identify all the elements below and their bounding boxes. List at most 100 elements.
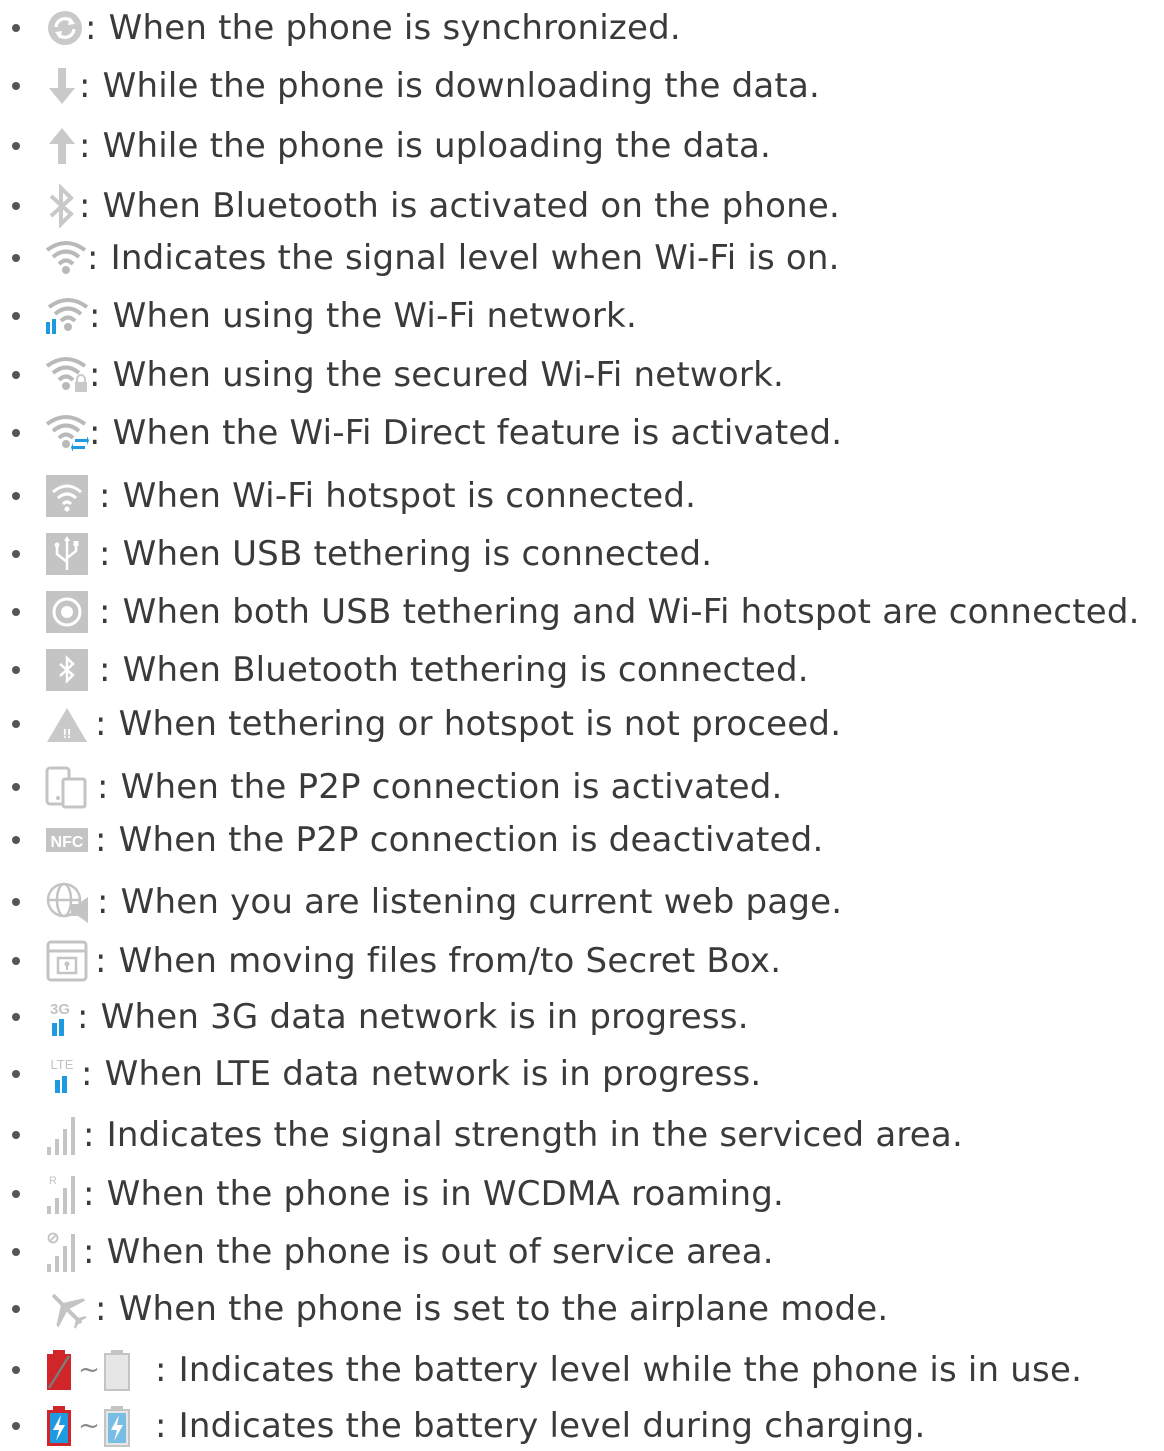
- no-service-icon: [45, 1230, 81, 1274]
- wifi-secured-icon: [45, 353, 89, 397]
- bullet: [12, 1131, 20, 1139]
- item-text: Indicates the battery level while the ph…: [178, 1350, 1083, 1390]
- list-item: : When the phone is out of service area.: [0, 1230, 1164, 1274]
- item-text: When using the Wi-Fi network.: [112, 296, 637, 336]
- item-text: When the P2P connection is activated.: [120, 767, 783, 807]
- bullet: [12, 1366, 20, 1374]
- bullet: [12, 666, 20, 674]
- list-item: : When the phone is set to the airplane …: [0, 1287, 1164, 1331]
- usb-and-hotspot-icon: [45, 590, 89, 634]
- colon: :: [99, 476, 111, 516]
- colon: :: [83, 1115, 95, 1155]
- colon: :: [99, 592, 111, 632]
- item-text: When you are listening current web page.: [120, 882, 843, 922]
- tilde: ~: [78, 1411, 100, 1441]
- item-text: While the phone is uploading the data.: [102, 126, 771, 166]
- upload-arrow-icon: [45, 124, 79, 168]
- bullet: [12, 783, 20, 791]
- bullet: [12, 1070, 20, 1078]
- item-text: When both USB tethering and Wi-Fi hotspo…: [122, 592, 1140, 632]
- item-text: When the phone is set to the airplane mo…: [118, 1289, 889, 1329]
- colon: :: [155, 1350, 167, 1390]
- 3g-label: 3G: [50, 1001, 70, 1018]
- colon: :: [83, 1174, 95, 1214]
- wifi-in-use-icon: [45, 294, 89, 338]
- web-listening-icon: [45, 880, 91, 924]
- svg-text:!!: !!: [63, 726, 72, 741]
- bullet: [12, 312, 20, 320]
- list-item: : When the Wi-Fi Direct feature is activ…: [0, 411, 1164, 455]
- item-text: When the Wi-Fi Direct feature is activat…: [112, 413, 843, 453]
- colon: :: [95, 820, 107, 860]
- nfc-icon: NFC: [45, 818, 89, 862]
- list-item: : When Bluetooth is activated on the pho…: [0, 184, 1164, 228]
- item-text: When moving files from/to Secret Box.: [118, 941, 782, 981]
- wifi-signal-icon: [45, 236, 87, 280]
- item-text: Indicates the battery level during charg…: [178, 1406, 926, 1446]
- colon: :: [99, 650, 111, 690]
- colon: :: [83, 1232, 95, 1272]
- 3g-data-icon: 3G: [45, 995, 75, 1039]
- bullet: [12, 1013, 20, 1021]
- bullet: [12, 608, 20, 616]
- item-text: When tethering or hotspot is not proceed…: [118, 704, 842, 744]
- item-text: When Wi-Fi hotspot is connected.: [122, 476, 697, 516]
- colon: :: [155, 1406, 167, 1446]
- list-item: LTE : When LTE data network is in progre…: [0, 1052, 1164, 1096]
- bullet: [12, 254, 20, 262]
- list-item: : When using the secured Wi-Fi network.: [0, 353, 1164, 397]
- tilde: ~: [78, 1355, 100, 1385]
- colon: :: [79, 66, 91, 106]
- bullet: [12, 1305, 20, 1313]
- bullet: [12, 550, 20, 558]
- list-item: : While the phone is uploading the data.: [0, 124, 1164, 168]
- list-item: : When using the Wi-Fi network.: [0, 294, 1164, 338]
- list-item: : When the phone is synchronized.: [0, 6, 1164, 50]
- bullet: [12, 82, 20, 90]
- secret-box-icon: [45, 939, 89, 983]
- wifi-direct-icon: [45, 411, 89, 455]
- bullet: [12, 1190, 20, 1198]
- bullet: [12, 142, 20, 150]
- wifi-hotspot-icon: [45, 474, 89, 518]
- nfc-label: NFC: [51, 834, 84, 851]
- bluetooth-tethering-icon: [45, 648, 89, 692]
- list-item: : When USB tethering is connected.: [0, 532, 1164, 576]
- list-item: ~ : Indicates the battery level during c…: [0, 1404, 1164, 1448]
- colon: :: [77, 997, 89, 1037]
- item-text: When the P2P connection is deactivated.: [118, 820, 824, 860]
- bullet: [12, 957, 20, 965]
- item-text: When USB tethering is connected.: [122, 534, 713, 574]
- bluetooth-icon: [45, 184, 79, 228]
- bullet: [12, 898, 20, 906]
- item-text: When the phone is out of service area.: [106, 1232, 774, 1272]
- battery-level-icon: ~: [45, 1348, 149, 1392]
- bullet: [12, 720, 20, 728]
- list-item: R : When the phone is in WCDMA roaming.: [0, 1172, 1164, 1216]
- colon: :: [95, 704, 107, 744]
- list-item: : When the P2P connection is activated.: [0, 765, 1164, 809]
- item-text: When the phone is in WCDMA roaming.: [106, 1174, 784, 1214]
- colon: :: [79, 186, 91, 226]
- tethering-error-icon: !!: [45, 702, 89, 746]
- colon: :: [95, 1289, 107, 1329]
- colon: :: [89, 413, 101, 453]
- colon: :: [97, 767, 109, 807]
- list-item: : Indicates the signal level when Wi-Fi …: [0, 236, 1164, 280]
- list-item: : When Wi-Fi hotspot is connected.: [0, 474, 1164, 518]
- colon: :: [87, 238, 99, 278]
- item-text: When Bluetooth tethering is connected.: [122, 650, 809, 690]
- bullet: [12, 202, 20, 210]
- item-text: While the phone is downloading the data.: [102, 66, 821, 106]
- download-arrow-icon: [45, 64, 79, 108]
- item-text: When Bluetooth is activated on the phone…: [102, 186, 840, 226]
- usb-tethering-icon: [45, 532, 89, 576]
- item-text: Indicates the signal strength in the ser…: [106, 1115, 963, 1155]
- list-item: NFC : When the P2P connection is deactiv…: [0, 818, 1164, 862]
- list-item: : When you are listening current web pag…: [0, 880, 1164, 924]
- lte-label: LTE: [51, 1057, 74, 1072]
- colon: :: [95, 941, 107, 981]
- bullet: [12, 836, 20, 844]
- battery-charging-icon: ~: [45, 1404, 149, 1448]
- bullet: [12, 1422, 20, 1430]
